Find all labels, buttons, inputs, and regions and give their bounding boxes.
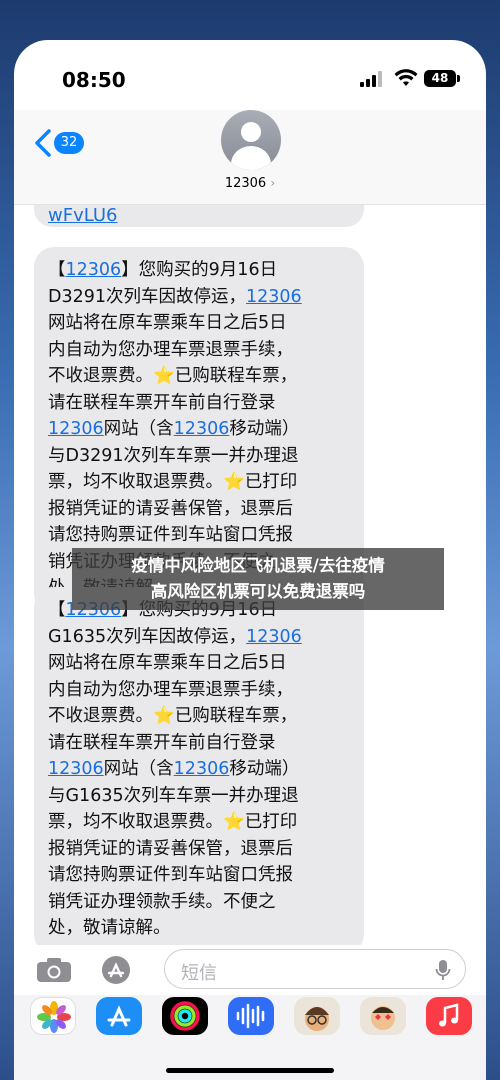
unread-count-badge: 32 xyxy=(54,132,84,154)
app-drawer xyxy=(14,995,486,1080)
status-bar: 08:50 48 xyxy=(14,40,486,110)
link-12306[interactable]: 12306 xyxy=(48,419,104,439)
message-line: 内自动为您办理车票退票手续， xyxy=(48,677,350,704)
memoji-icon[interactable] xyxy=(294,997,340,1035)
message-input[interactable]: 短信 xyxy=(164,949,466,989)
message-line: D3291次列车因故停运，12306 xyxy=(48,284,350,311)
message-line: 请在联程车票开车前自行登录 xyxy=(48,730,350,757)
message-text: 内自动为您办理车票退票手续， xyxy=(48,679,293,700)
link-12306-mobile[interactable]: 12306 xyxy=(174,759,230,779)
message-line: 【12306】您购买的9月16日 xyxy=(48,257,350,284)
message-line: 请在联程车票开车前自行登录 xyxy=(48,390,350,417)
music-icon[interactable] xyxy=(426,997,472,1035)
contact-number: 12306 xyxy=(224,176,267,191)
signal-icon xyxy=(360,71,382,87)
photos-icon[interactable] xyxy=(30,997,76,1035)
message-text: 请在联程车票开车前自行登录 xyxy=(48,392,276,413)
chevron-left-icon xyxy=(35,129,51,157)
app-store-icon[interactable] xyxy=(100,955,132,985)
message-text: 请在联程车票开车前自行登录 xyxy=(48,732,276,753)
link-12306[interactable]: 12306 xyxy=(48,759,104,779)
message-text: 请您持购票证件到车站窗口凭报 xyxy=(48,865,293,885)
message-text: 不收退票费。⭐已购联程车票， xyxy=(48,706,298,726)
camera-icon[interactable] xyxy=(36,957,72,983)
message-text: 不收退票费。⭐已购联程车票， xyxy=(48,366,298,386)
appstore-icon[interactable] xyxy=(96,997,142,1035)
avatar-body xyxy=(231,146,271,170)
message-text: 与G1635次列车车票一并办理退 xyxy=(48,785,299,806)
phone-screen: 08:50 48 32 12306 › wFvLU6 【12306】您购买的9月… xyxy=(14,40,486,1080)
message-text: 】您购买的9月16日 xyxy=(121,260,278,280)
message-line: 不收退票费。⭐已购联程车票， xyxy=(48,363,350,390)
message-text: 销凭证办理领款手续。不便之 xyxy=(48,891,276,912)
message-text: 【 xyxy=(48,600,66,620)
message-line: 不收退票费。⭐已购联程车票， xyxy=(48,703,350,730)
message-text: 内自动为您办理车票退票手续， xyxy=(48,339,293,360)
link-12306-mobile[interactable]: 12306 xyxy=(174,419,230,439)
status-time: 08:50 xyxy=(62,68,126,92)
message-text: 报销凭证的请妥善保管，退票后 xyxy=(48,498,293,519)
message-text: 网站（含 xyxy=(103,759,174,779)
battery-icon: 48 xyxy=(424,70,456,87)
memoji2-icon[interactable] xyxy=(360,997,406,1035)
contact-avatar[interactable] xyxy=(221,110,281,170)
message-text: 网站将在原车票乘车日之后5日 xyxy=(48,653,287,673)
link-12306[interactable]: 12306 xyxy=(246,627,302,647)
previous-message-link[interactable]: wFvLU6 xyxy=(48,205,118,226)
message-text: 请您持购票证件到车站窗口凭报 xyxy=(48,525,293,545)
wifi-icon xyxy=(394,69,418,86)
message-text: 处，敬请谅解。 xyxy=(48,918,171,938)
message-line: 票，均不收取退票费。⭐已打印 xyxy=(48,469,350,496)
message-line: G1635次列车因故停运，12306 xyxy=(48,624,350,651)
fitness-icon[interactable] xyxy=(162,997,208,1035)
message-line: 报销凭证的请妥善保管，退票后 xyxy=(48,496,350,523)
message-line: 票，均不收取退票费。⭐已打印 xyxy=(48,809,350,836)
message-line: 请您持购票证件到车站窗口凭报 xyxy=(48,862,350,889)
message-line: 网站将在原车票乘车日之后5日 xyxy=(48,310,350,337)
message-text: G1635次列车因故停运， xyxy=(48,626,247,647)
message-line: 12306网站（含12306移动端） xyxy=(48,756,350,783)
back-button[interactable]: 32 xyxy=(32,128,92,158)
link-12306[interactable]: 12306 xyxy=(66,260,122,280)
link-12306[interactable]: 12306 xyxy=(246,287,302,307)
message-line: 请您持购票证件到车站窗口凭报 xyxy=(48,522,350,549)
message-line: 销凭证办理领款手续。不便之 xyxy=(48,889,350,916)
message-text: D3291次列车因故停运， xyxy=(48,286,247,307)
message-line: 12306网站（含12306移动端） xyxy=(48,416,350,443)
chevron-right-icon: › xyxy=(270,176,276,190)
avatar-head xyxy=(241,122,261,142)
message-text: 移动端） xyxy=(229,759,300,779)
message-line: 与D3291次列车车票一并办理退 xyxy=(48,443,350,470)
overlay-line-2: 高风险区机票可以免费退票吗 xyxy=(150,582,366,601)
audio-icon[interactable] xyxy=(228,997,274,1035)
message-text: 移动端） xyxy=(229,419,300,439)
compose-bar: 短信 xyxy=(14,945,486,995)
message-text: 与D3291次列车车票一并办理退 xyxy=(48,445,299,466)
overlay-caption: 疫情中风险地区飞机退票/去往疫情 高风险区机票可以免费退票吗 xyxy=(72,548,444,610)
message-line: 与G1635次列车车票一并办理退 xyxy=(48,783,350,810)
microphone-icon[interactable] xyxy=(435,959,451,981)
overlay-line-1: 疫情中风险地区飞机退票/去往疫情 xyxy=(131,556,385,575)
message-line: 内自动为您办理车票退票手续， xyxy=(48,337,350,364)
home-indicator[interactable] xyxy=(166,1068,334,1073)
message-input-placeholder: 短信 xyxy=(181,963,217,984)
contact-name[interactable]: 12306 › xyxy=(14,176,486,191)
message-line: 网站将在原车票乘车日之后5日 xyxy=(48,650,350,677)
message-text: 报销凭证的请妥善保管，退票后 xyxy=(48,838,293,859)
message-text: 票，均不收取退票费。⭐已打印 xyxy=(48,812,298,832)
message-line: 报销凭证的请妥善保管，退票后 xyxy=(48,836,350,863)
message-text: 网站将在原车票乘车日之后5日 xyxy=(48,313,287,333)
message-text: 【 xyxy=(48,260,66,280)
battery-tip xyxy=(457,75,460,82)
message-line: 处，敬请谅解。 xyxy=(48,915,350,942)
previous-message-bubble: wFvLU6 xyxy=(34,205,364,227)
conversation-header: 32 12306 › xyxy=(14,110,486,205)
message-bubble: 【12306】您购买的9月16日 G1635次列车因故停运，12306 网站将在原车… xyxy=(34,587,364,945)
message-text: 票，均不收取退票费。⭐已打印 xyxy=(48,472,298,492)
message-text: 网站（含 xyxy=(103,419,174,439)
